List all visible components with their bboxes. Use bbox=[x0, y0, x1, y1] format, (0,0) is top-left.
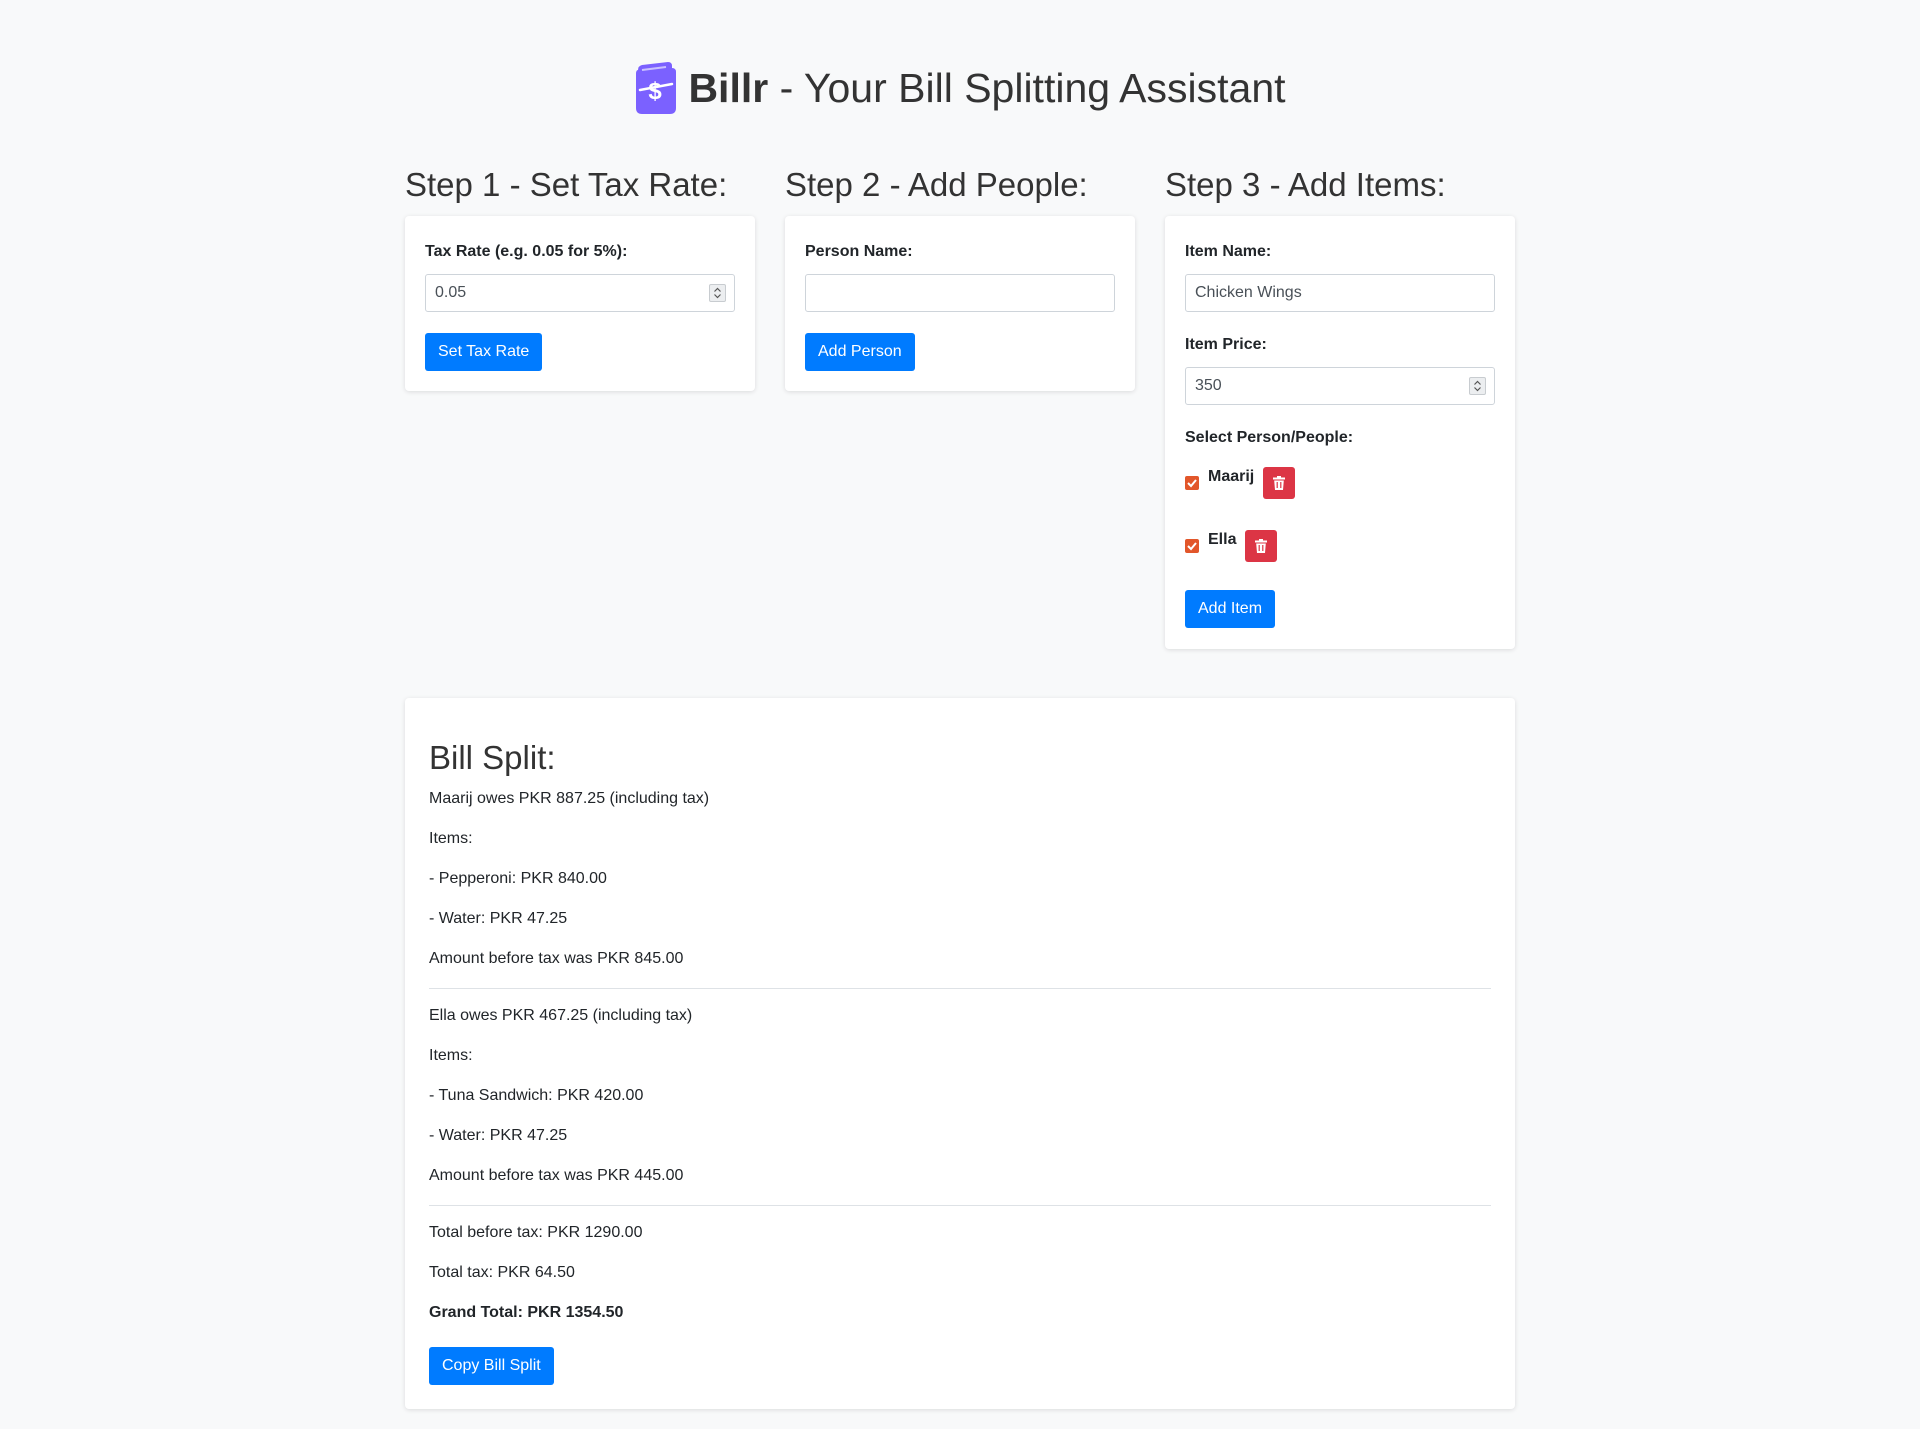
total-tax: Total tax: PKR 64.50 bbox=[429, 1264, 575, 1281]
tax-rate-card: Tax Rate (e.g. 0.05 for 5%): 0.05 Set Ta… bbox=[405, 216, 755, 391]
add-person-button[interactable]: Add Person bbox=[805, 333, 915, 371]
item-price-input[interactable]: 350 bbox=[1185, 367, 1495, 405]
person-checkbox[interactable] bbox=[1185, 476, 1199, 490]
person-name-label: Person Name: bbox=[805, 243, 913, 260]
brand-tagline: - Your Bill Splitting Assistant bbox=[768, 64, 1286, 111]
step1-title: Step 1 - Set Tax Rate: bbox=[405, 166, 728, 203]
delete-person-button[interactable] bbox=[1245, 530, 1277, 562]
add-items-card: Item Name: Chicken Wings Item Price: 350… bbox=[1165, 216, 1515, 649]
bill-item: - Water: PKR 47.25 bbox=[429, 910, 568, 927]
amount-before-tax: Amount before tax was PKR 845.00 bbox=[429, 950, 684, 967]
item-name-value: Chicken Wings bbox=[1195, 284, 1302, 301]
app-header: $ Billr - Your Bill Splitting Assistant bbox=[0, 62, 1920, 114]
total-before-tax: Total before tax: PKR 1290.00 bbox=[429, 1224, 643, 1241]
bill-split-title: Bill Split: bbox=[429, 739, 556, 776]
bill-item: - Tuna Sandwich: PKR 420.00 bbox=[429, 1087, 644, 1104]
person-name-input[interactable] bbox=[805, 274, 1115, 312]
person-checkbox[interactable] bbox=[1185, 539, 1199, 553]
brand-name: Billr bbox=[688, 64, 769, 111]
item-name-label: Item Name: bbox=[1185, 243, 1272, 260]
trash-icon bbox=[1255, 539, 1267, 553]
grand-total: Grand Total: PKR 1354.50 bbox=[429, 1304, 624, 1321]
amount-before-tax: Amount before tax was PKR 445.00 bbox=[429, 1167, 684, 1184]
set-tax-rate-button[interactable]: Set Tax Rate bbox=[425, 333, 543, 371]
number-spinner-icon[interactable] bbox=[709, 284, 726, 302]
tax-rate-label: Tax Rate (e.g. 0.05 for 5%): bbox=[425, 243, 628, 260]
bill-item: - Water: PKR 47.25 bbox=[429, 1127, 568, 1144]
divider bbox=[429, 1205, 1491, 1206]
add-people-card: Person Name: Add Person bbox=[785, 216, 1135, 391]
delete-person-button[interactable] bbox=[1263, 467, 1295, 499]
item-name-input[interactable]: Chicken Wings bbox=[1185, 274, 1495, 312]
copy-bill-split-button[interactable]: Copy Bill Split bbox=[429, 1347, 554, 1385]
items-label: Items: bbox=[429, 830, 473, 847]
person-name: Ella bbox=[1208, 531, 1237, 548]
bill-item: - Pepperoni: PKR 840.00 bbox=[429, 870, 607, 887]
add-item-button[interactable]: Add Item bbox=[1185, 590, 1276, 628]
select-people-label: Select Person/People: bbox=[1185, 429, 1354, 446]
item-price-label: Item Price: bbox=[1185, 336, 1267, 353]
tax-rate-value: 0.05 bbox=[435, 284, 467, 301]
bill-split-card: Bill Split: Maarij owes PKR 887.25 (incl… bbox=[405, 698, 1515, 1409]
person-owes: Ella owes PKR 467.25 (including tax) bbox=[429, 1007, 693, 1024]
person-owes: Maarij owes PKR 887.25 (including tax) bbox=[429, 790, 710, 807]
tax-rate-input[interactable]: 0.05 bbox=[425, 274, 735, 312]
wallet-cash-icon: $ bbox=[634, 62, 677, 114]
svg-text:$: $ bbox=[649, 78, 663, 105]
number-spinner-icon[interactable] bbox=[1469, 377, 1486, 395]
step3-title: Step 3 - Add Items: bbox=[1165, 166, 1446, 203]
divider bbox=[429, 988, 1491, 989]
person-name: Maarij bbox=[1208, 468, 1255, 485]
items-label: Items: bbox=[429, 1047, 473, 1064]
step2-title: Step 2 - Add People: bbox=[785, 166, 1088, 203]
item-price-value: 350 bbox=[1195, 377, 1222, 394]
trash-icon bbox=[1273, 476, 1285, 490]
